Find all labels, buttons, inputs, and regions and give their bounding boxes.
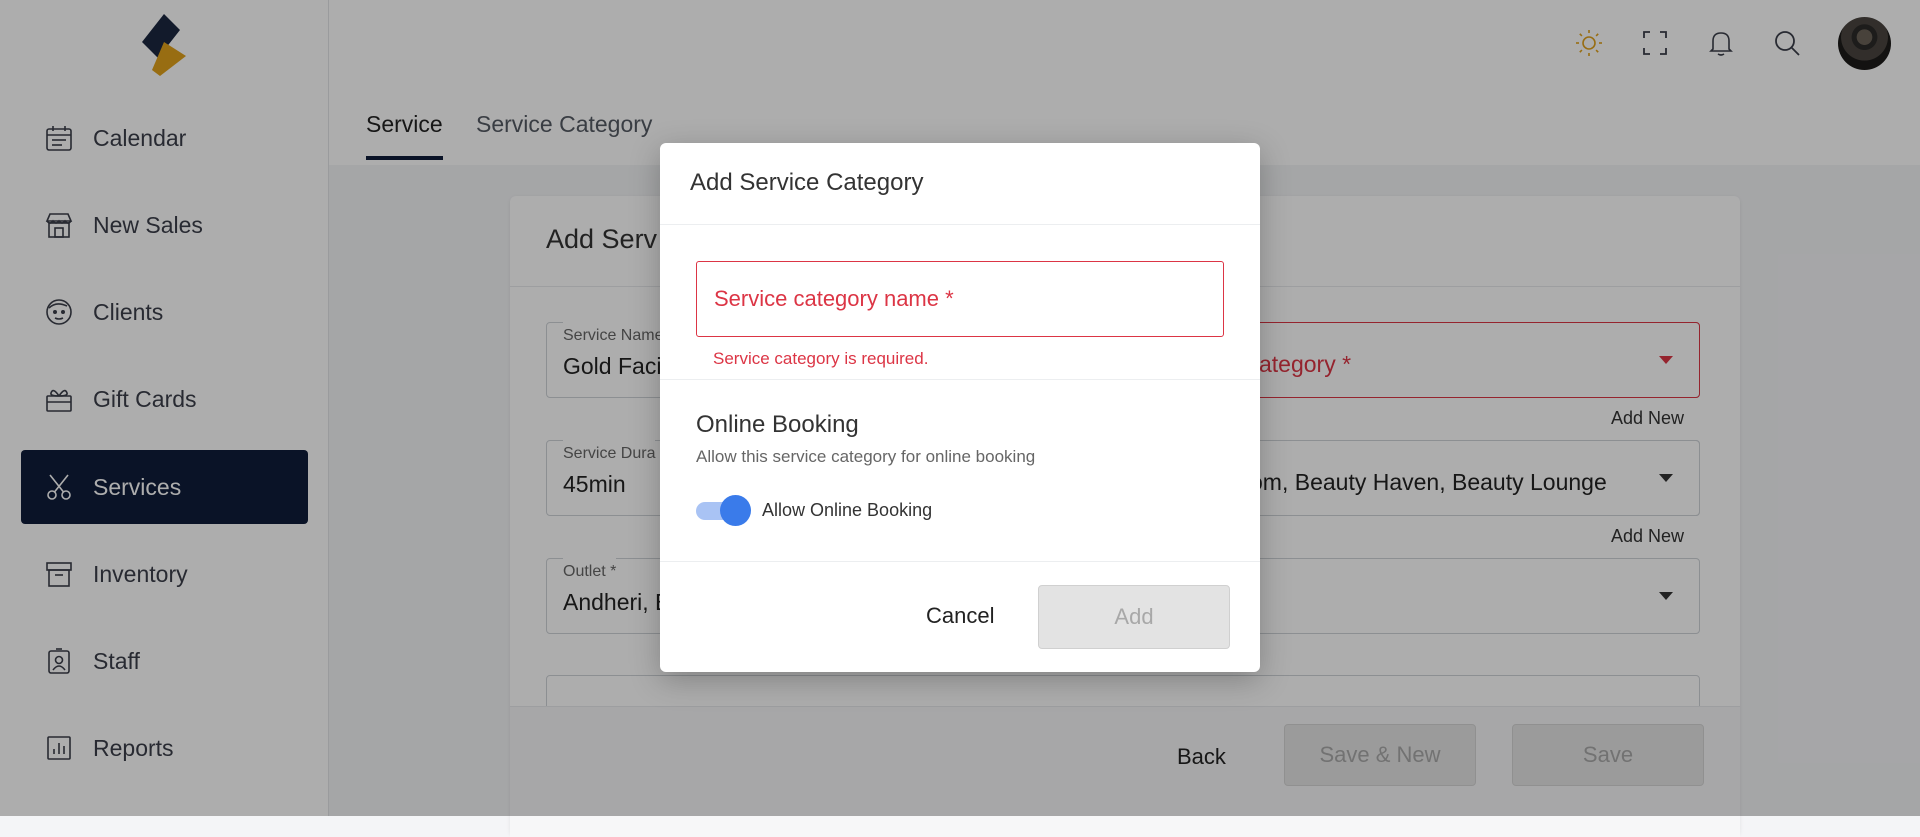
divider — [660, 224, 1260, 225]
online-booking-description: Allow this service category for online b… — [696, 447, 1036, 466]
error-message: Service category is required. — [713, 349, 929, 368]
modal-title: Add Service Category — [690, 169, 924, 196]
divider — [660, 379, 1260, 380]
cancel-button[interactable]: Cancel — [926, 603, 994, 629]
online-booking-title: Online Booking — [696, 411, 859, 438]
allow-online-booking-toggle[interactable] — [696, 495, 751, 526]
toggle-label: Allow Online Booking — [762, 500, 933, 520]
add-button[interactable]: Add — [1038, 585, 1230, 649]
service-category-name-input[interactable] — [696, 261, 1224, 337]
toggle-thumb — [720, 495, 751, 526]
add-service-category-modal: Add Service Category Service category is… — [660, 143, 1260, 672]
divider — [660, 561, 1260, 562]
